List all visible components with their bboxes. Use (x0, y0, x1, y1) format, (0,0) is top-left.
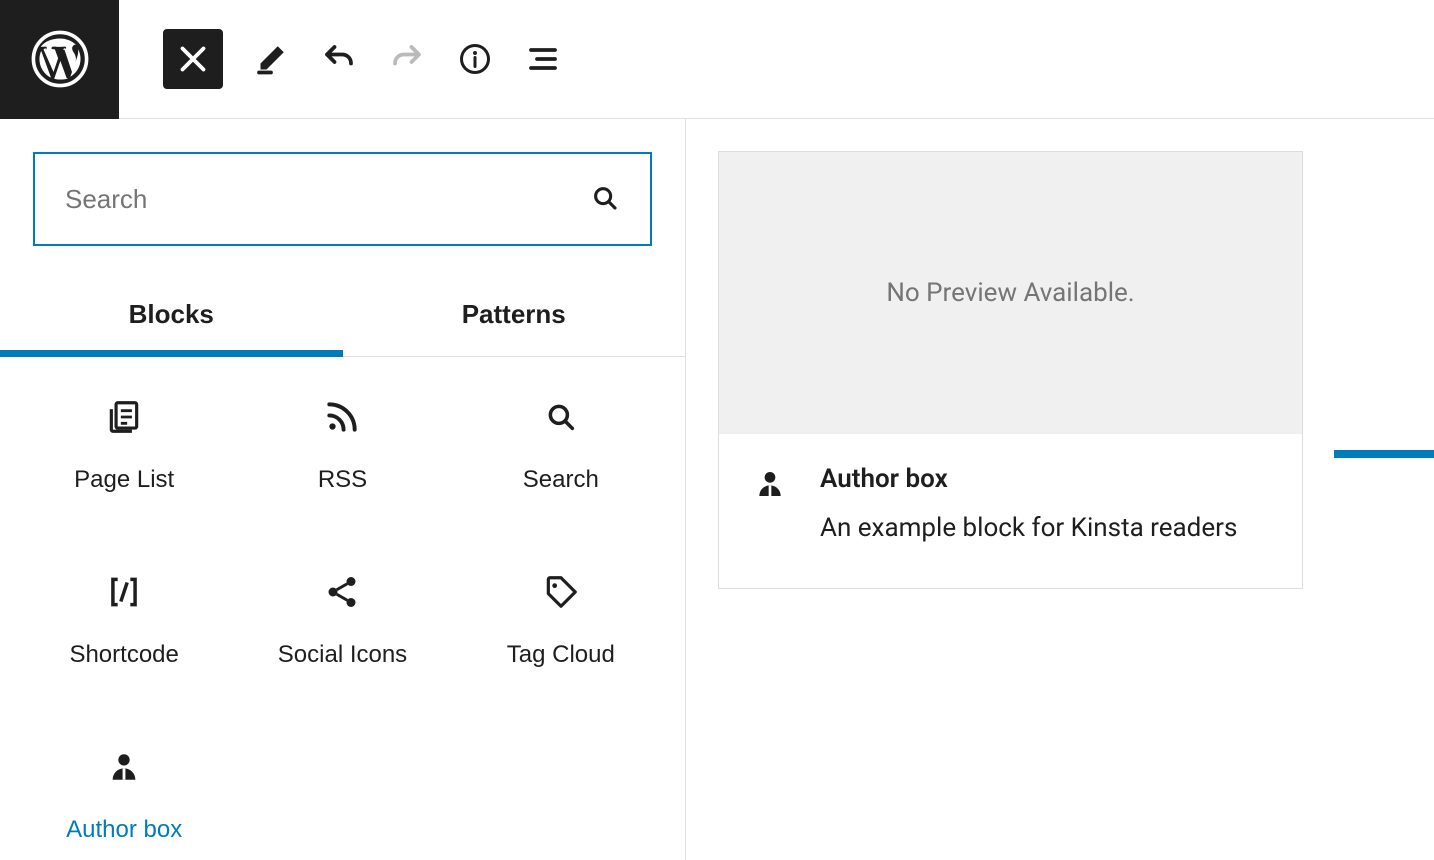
share-icon (321, 571, 363, 613)
pencil-icon (253, 41, 289, 77)
pages-icon (103, 396, 145, 438)
block-item-search[interactable]: Search (452, 357, 670, 532)
outline-button[interactable] (509, 25, 577, 93)
block-item-page-list[interactable]: Page List (15, 357, 233, 532)
redo-button[interactable] (373, 25, 441, 93)
info-icon (457, 41, 493, 77)
edit-button[interactable] (237, 25, 305, 93)
rss-icon (321, 396, 363, 438)
block-item-tag-cloud[interactable]: Tag Cloud (452, 532, 670, 707)
top-toolbar (0, 0, 1434, 119)
close-inserter-button[interactable] (163, 29, 223, 89)
block-inserter-panel: Blocks Patterns Page List (0, 119, 686, 860)
close-icon (175, 41, 211, 77)
accent-bar (1334, 450, 1434, 458)
block-item-social-icons[interactable]: Social Icons (233, 532, 451, 707)
inserter-tabs: Blocks Patterns (0, 279, 685, 357)
block-label: RSS (318, 466, 367, 494)
block-label: Tag Cloud (507, 641, 615, 669)
block-label: Author box (66, 816, 182, 844)
preview-info-text: Author box An example block for Kinsta r… (820, 464, 1237, 546)
preview-card: No Preview Available. Author box An exam… (718, 151, 1303, 589)
block-label: Social Icons (278, 641, 407, 669)
search-icon (540, 396, 582, 438)
block-item-rss[interactable]: RSS (233, 357, 451, 532)
undo-icon (321, 41, 357, 77)
no-preview-text: No Preview Available. (886, 278, 1134, 308)
search-icon (590, 183, 620, 213)
wordpress-icon (31, 30, 89, 88)
tag-icon (540, 571, 582, 613)
block-item-shortcode[interactable]: Shortcode (15, 532, 233, 707)
preview-block-description: An example block for Kinsta readers (820, 510, 1237, 546)
block-item-author-box[interactable]: Author box (15, 707, 233, 860)
person-icon (754, 468, 790, 504)
toolbar-button-group (119, 25, 577, 93)
tab-blocks[interactable]: Blocks (0, 279, 343, 356)
redo-icon (389, 41, 425, 77)
search-input[interactable] (65, 184, 590, 215)
block-label: Shortcode (69, 641, 178, 669)
undo-button[interactable] (305, 25, 373, 93)
wordpress-logo[interactable] (0, 0, 119, 119)
preview-panel: No Preview Available. Author box An exam… (686, 119, 1434, 860)
list-view-icon (525, 41, 561, 77)
person-icon (103, 746, 145, 788)
info-button[interactable] (441, 25, 509, 93)
shortcode-icon (103, 571, 145, 613)
preview-info: Author box An example block for Kinsta r… (719, 434, 1302, 588)
block-label: Search (523, 466, 599, 494)
block-label: Page List (74, 466, 174, 494)
tab-patterns[interactable]: Patterns (343, 279, 686, 356)
search-wrapper (0, 119, 685, 279)
search-submit-button[interactable] (590, 183, 620, 216)
search-box (33, 152, 652, 246)
blocks-grid: Page List RSS Search (0, 357, 685, 860)
preview-block-title: Author box (820, 464, 1237, 494)
preview-placeholder: No Preview Available. (719, 152, 1302, 434)
main-container: Blocks Patterns Page List (0, 119, 1434, 860)
